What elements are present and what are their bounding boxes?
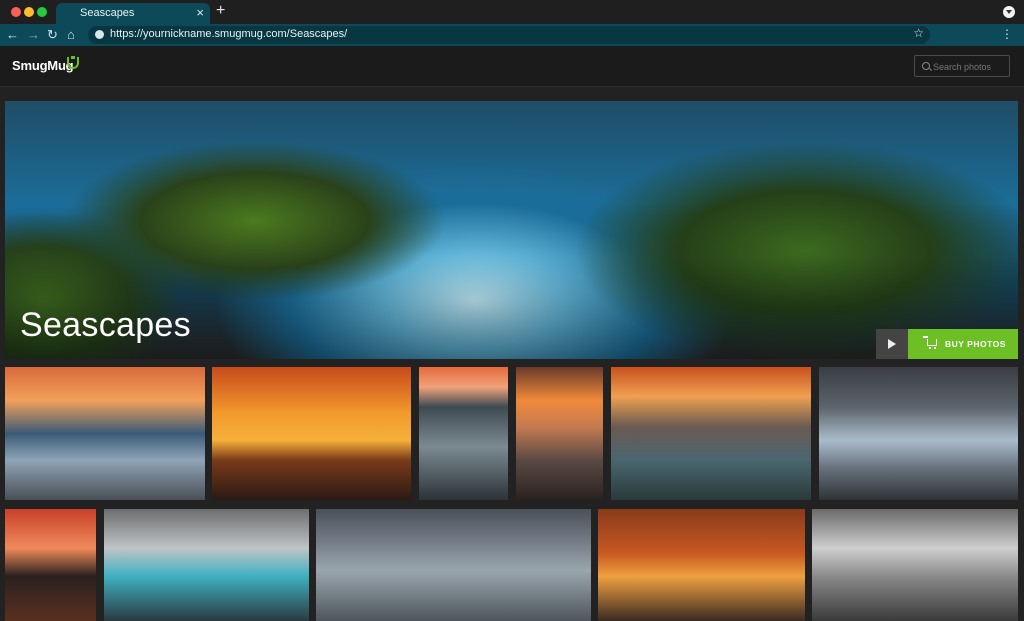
photo-thumbnail-sunset-beach-rocks[interactable] xyxy=(5,367,205,500)
cart-icon xyxy=(923,336,937,349)
photo-thumbnail-ice-beach[interactable] xyxy=(819,367,1018,500)
photo-thumbnail-golden-gate-sunset[interactable] xyxy=(212,367,411,500)
photo-thumbnail-golden-gate-bw[interactable] xyxy=(812,509,1018,621)
maximize-window-icon[interactable] xyxy=(37,7,47,17)
url-field[interactable]: https://yournickname.smugmug.com/Seascap… xyxy=(88,26,930,44)
tab-close-icon[interactable]: × xyxy=(196,5,204,20)
profile-menu-icon[interactable] xyxy=(1003,6,1015,18)
buy-photos-button[interactable]: BUY PHOTOS xyxy=(908,329,1018,359)
photo-thumbnail-waterfall-cliffs[interactable] xyxy=(316,509,591,621)
browser-menu-icon[interactable]: ⋮ xyxy=(1001,27,1013,41)
reload-icon[interactable]: ↻ xyxy=(47,26,58,44)
browser-titlebar: Seascapes × + xyxy=(0,0,1024,24)
smugmug-logo[interactable]: SmugMug xyxy=(12,58,74,73)
minimize-window-icon[interactable] xyxy=(24,7,34,17)
photo-thumbnail-waterfall-terraces[interactable] xyxy=(104,509,309,621)
search-input[interactable] xyxy=(931,59,1009,75)
new-tab-button[interactable]: + xyxy=(216,2,225,20)
search-icon xyxy=(922,62,930,70)
buy-photos-label: BUY PHOTOS xyxy=(945,339,1006,349)
search-box[interactable] xyxy=(914,55,1010,77)
site-info-icon[interactable] xyxy=(95,30,104,39)
photo-thumbnail-kirkjufell-mountain[interactable] xyxy=(5,509,96,621)
browser-tab[interactable]: Seascapes × xyxy=(56,3,210,24)
close-window-icon[interactable] xyxy=(11,7,21,17)
address-bar: ← → ↻ ⌂ https://yournickname.smugmug.com… xyxy=(0,24,1024,46)
gallery-title: Seascapes xyxy=(20,306,191,344)
photo-thumbnail-sea-stacks-sunset[interactable] xyxy=(611,367,811,500)
photo-thumbnail-rock-channel[interactable] xyxy=(419,367,508,500)
photo-thumbnail-rock-arch-sunlight[interactable] xyxy=(598,509,805,621)
back-icon[interactable]: ← xyxy=(6,26,19,44)
hero-banner: Seascapes BUY PHOTOS xyxy=(5,101,1018,359)
forward-icon[interactable]: → xyxy=(27,26,40,44)
bookmark-star-icon[interactable]: ☆ xyxy=(913,26,924,40)
slideshow-play-button[interactable] xyxy=(876,329,908,359)
tab-title: Seascapes xyxy=(80,7,135,19)
smugmug-smile-icon xyxy=(67,56,79,69)
url-text: https://yournickname.smugmug.com/Seascap… xyxy=(110,28,348,40)
photo-thumbnail-sunset-shore-rock[interactable] xyxy=(516,367,603,500)
home-icon[interactable]: ⌂ xyxy=(67,26,75,44)
site-header: SmugMug xyxy=(0,46,1024,87)
